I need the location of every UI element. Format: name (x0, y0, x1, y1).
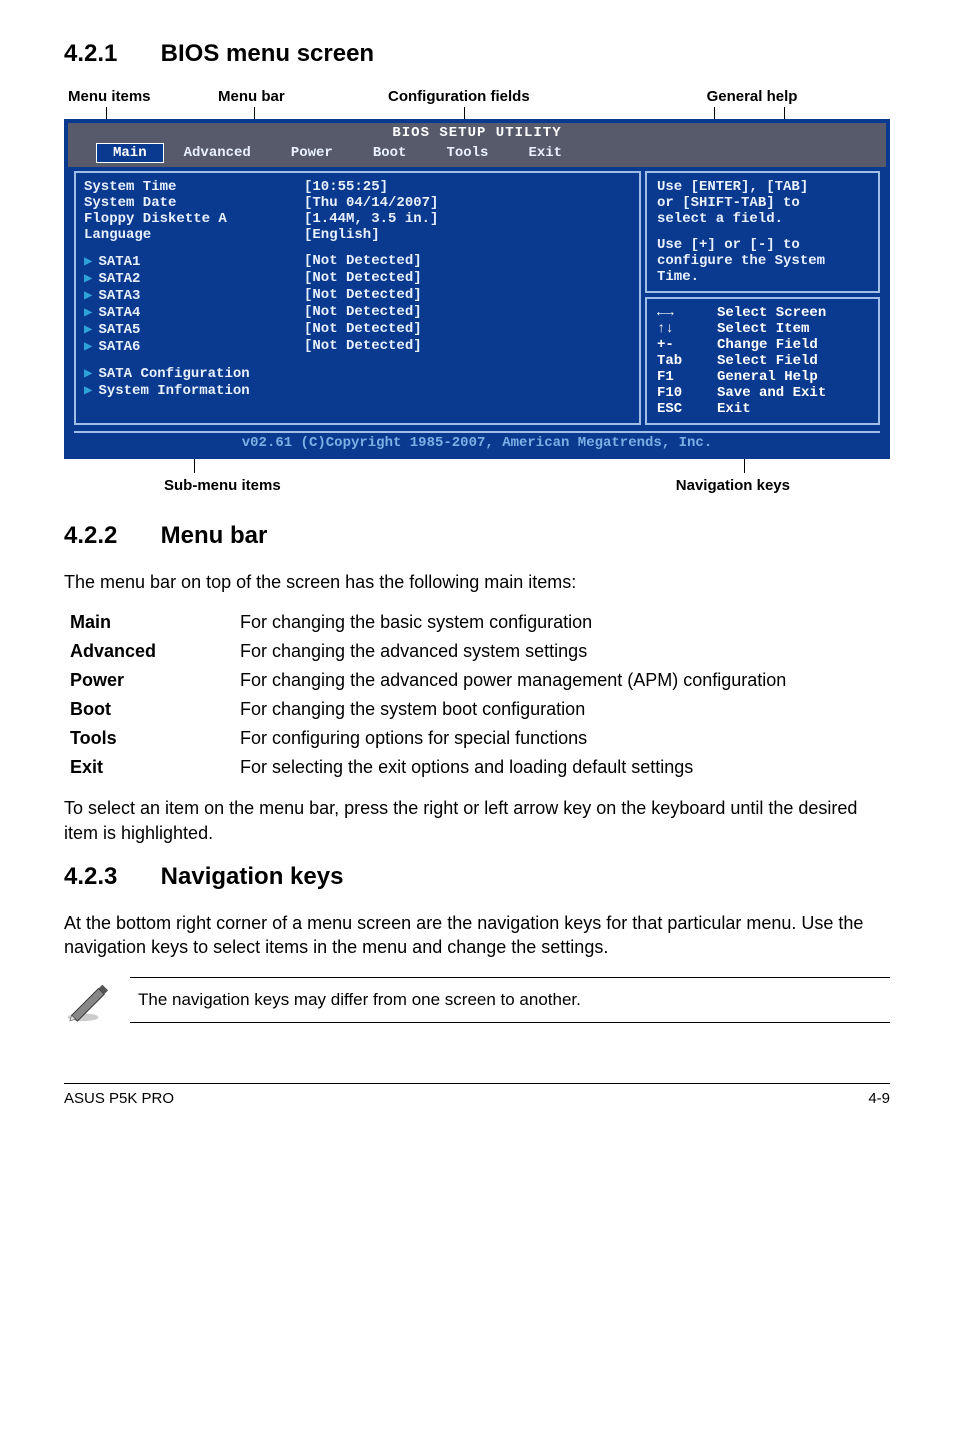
section-heading: 4.2.2 Menu bar (64, 522, 890, 550)
callout-sub-menu-items: Sub-menu items (64, 477, 281, 494)
callout-lines-top (64, 107, 890, 119)
bios-menubar: Main Advanced Power Boot Tools Exit (68, 143, 886, 167)
bottom-callouts: Sub-menu items Navigation keys (64, 477, 890, 494)
table-row: AdvancedFor changing the advanced system… (64, 637, 890, 666)
section-title-text: Navigation keys (161, 863, 344, 890)
bios-tab-main[interactable]: Main (96, 143, 164, 163)
bios-row-system-date[interactable]: System Date [Thu 04/14/2007] (84, 195, 631, 211)
bios-row-sata3[interactable]: ▶SATA3 [Not Detected] (84, 287, 631, 304)
bios-tab-power[interactable]: Power (271, 143, 353, 163)
bios-row-sata1[interactable]: ▶SATA1 [Not Detected] (84, 253, 631, 270)
section-title-text: BIOS menu screen (161, 40, 374, 67)
bios-tab-exit[interactable]: Exit (508, 143, 582, 163)
callout-navigation-keys: Navigation keys (676, 477, 890, 494)
bios-title: BIOS SETUP UTILITY (68, 123, 886, 143)
section-heading: 4.2.1 BIOS menu screen (64, 40, 890, 68)
section-title-text: Menu bar (161, 522, 268, 549)
bios-row-sata4[interactable]: ▶SATA4 [Not Detected] (84, 304, 631, 321)
bios-left-pane: System Time [10:55:25] System Date [Thu … (74, 171, 641, 425)
top-callouts: Menu items Menu bar Configuration fields… (64, 88, 890, 105)
bios-tab-boot[interactable]: Boot (353, 143, 427, 163)
pencil-icon (64, 977, 110, 1023)
callout-config-fields: Configuration fields (384, 88, 614, 105)
callout-general-help: General help (614, 88, 890, 105)
callout-menu-items: Menu items (64, 88, 214, 105)
bios-row-system-time[interactable]: System Time [10:55:25] (84, 179, 631, 195)
nav-keys-paragraph: At the bottom right corner of a menu scr… (64, 911, 890, 960)
bios-row-language[interactable]: Language [English] (84, 227, 631, 243)
bios-tab-advanced[interactable]: Advanced (164, 143, 271, 163)
note-block: The navigation keys may differ from one … (64, 977, 890, 1023)
table-row: BootFor changing the system boot configu… (64, 695, 890, 724)
table-row: ToolsFor configuring options for special… (64, 724, 890, 753)
section-number: 4.2.1 (64, 40, 154, 68)
section-number: 4.2.2 (64, 522, 154, 550)
bios-row-floppy[interactable]: Floppy Diskette A [1.44M, 3.5 in.] (84, 211, 631, 227)
bios-row-sata2[interactable]: ▶SATA2 [Not Detected] (84, 270, 631, 287)
table-row: ExitFor selecting the exit options and l… (64, 753, 890, 782)
section-heading: 4.2.3 Navigation keys (64, 863, 890, 891)
bios-row-sata-config[interactable]: ▶SATA Configuration (84, 365, 631, 382)
bios-row-sata5[interactable]: ▶SATA5 [Not Detected] (84, 321, 631, 338)
table-row: MainFor changing the basic system config… (64, 608, 890, 637)
menu-bar-outro-text: To select an item on the menu bar, press… (64, 796, 890, 845)
bios-row-sata6[interactable]: ▶SATA6 [Not Detected] (84, 338, 631, 355)
bios-footer: v02.61 (C)Copyright 1985-2007, American … (68, 429, 886, 455)
bios-screenshot: BIOS SETUP UTILITY Main Advanced Power B… (64, 119, 890, 459)
bios-row-system-info[interactable]: ▶System Information (84, 382, 631, 399)
menu-bar-definitions: MainFor changing the basic system config… (64, 608, 890, 782)
callout-lines-bottom (64, 459, 890, 473)
footer-left: ASUS P5K PRO (64, 1090, 174, 1107)
bios-tab-tools[interactable]: Tools (426, 143, 508, 163)
section-number: 4.2.3 (64, 863, 154, 891)
callout-menu-bar: Menu bar (214, 88, 384, 105)
bios-nav-keys-pane: ←→Select Screen ↑↓Select Item +-Change F… (645, 297, 880, 425)
table-row: PowerFor changing the advanced power man… (64, 666, 890, 695)
menu-bar-intro-text: The menu bar on top of the screen has th… (64, 570, 890, 594)
page-footer: ASUS P5K PRO 4-9 (64, 1083, 890, 1107)
note-text: The navigation keys may differ from one … (130, 977, 890, 1023)
arrow-lr-icon: ←→ (657, 305, 717, 321)
bios-help-pane: Use [ENTER], [TAB] or [SHIFT-TAB] to sel… (645, 171, 880, 293)
footer-right: 4-9 (868, 1090, 890, 1107)
